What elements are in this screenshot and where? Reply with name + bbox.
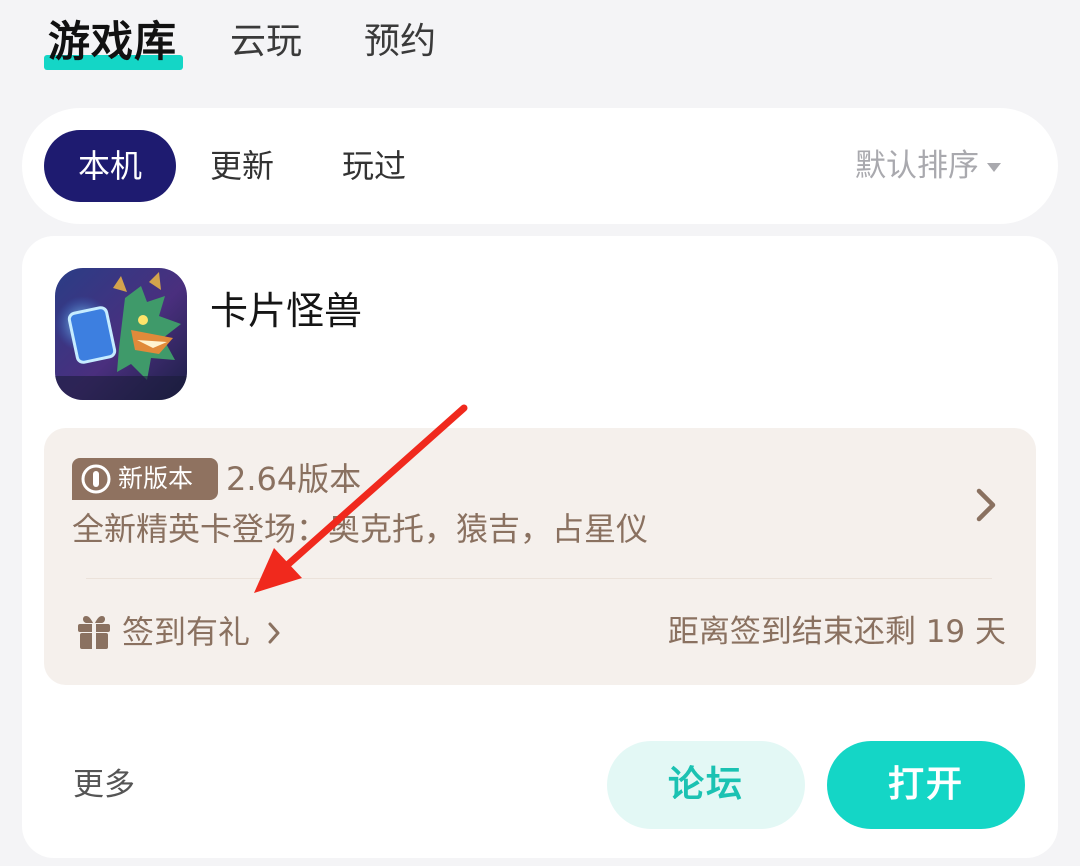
open-game-button[interactable]: 打开	[827, 741, 1025, 829]
filter-chip-updates[interactable]: 更新	[196, 130, 288, 202]
sort-dropdown[interactable]: 默认排序	[855, 130, 1001, 202]
version-number: 2.64版本	[226, 460, 362, 498]
new-version-badge: 新版本	[72, 458, 218, 500]
game-app-icon[interactable]	[55, 268, 187, 400]
chevron-right-icon[interactable]	[266, 620, 282, 646]
tab-game-library[interactable]: 游戏库	[48, 14, 177, 70]
tab-reservations[interactable]: 预约	[364, 14, 436, 70]
gift-icon	[78, 616, 110, 649]
filter-chip-played[interactable]: 玩过	[328, 130, 420, 202]
version-logo-icon	[81, 464, 111, 494]
caret-down-icon	[987, 163, 1001, 172]
badge-label: 新版本	[118, 464, 194, 493]
panel-divider	[86, 578, 992, 579]
checkin-countdown: 距离签到结束还剩 19 天	[667, 614, 1006, 650]
more-button[interactable]: 更多	[73, 762, 135, 808]
forum-button[interactable]: 论坛	[607, 741, 805, 829]
tab-cloud-play[interactable]: 云玩	[230, 14, 302, 70]
top-tab-bar: 游戏库 云玩 预约	[0, 0, 1080, 100]
game-title[interactable]: 卡片怪兽	[210, 284, 362, 338]
sort-label: 默认排序	[855, 148, 979, 184]
version-description: 全新精英卡登场：奥克托，猿吉，占星仪	[72, 510, 649, 548]
chevron-right-icon[interactable]	[972, 485, 1000, 525]
filter-chip-local[interactable]: 本机	[44, 130, 176, 202]
checkin-gift-link[interactable]: 签到有礼	[122, 609, 250, 655]
